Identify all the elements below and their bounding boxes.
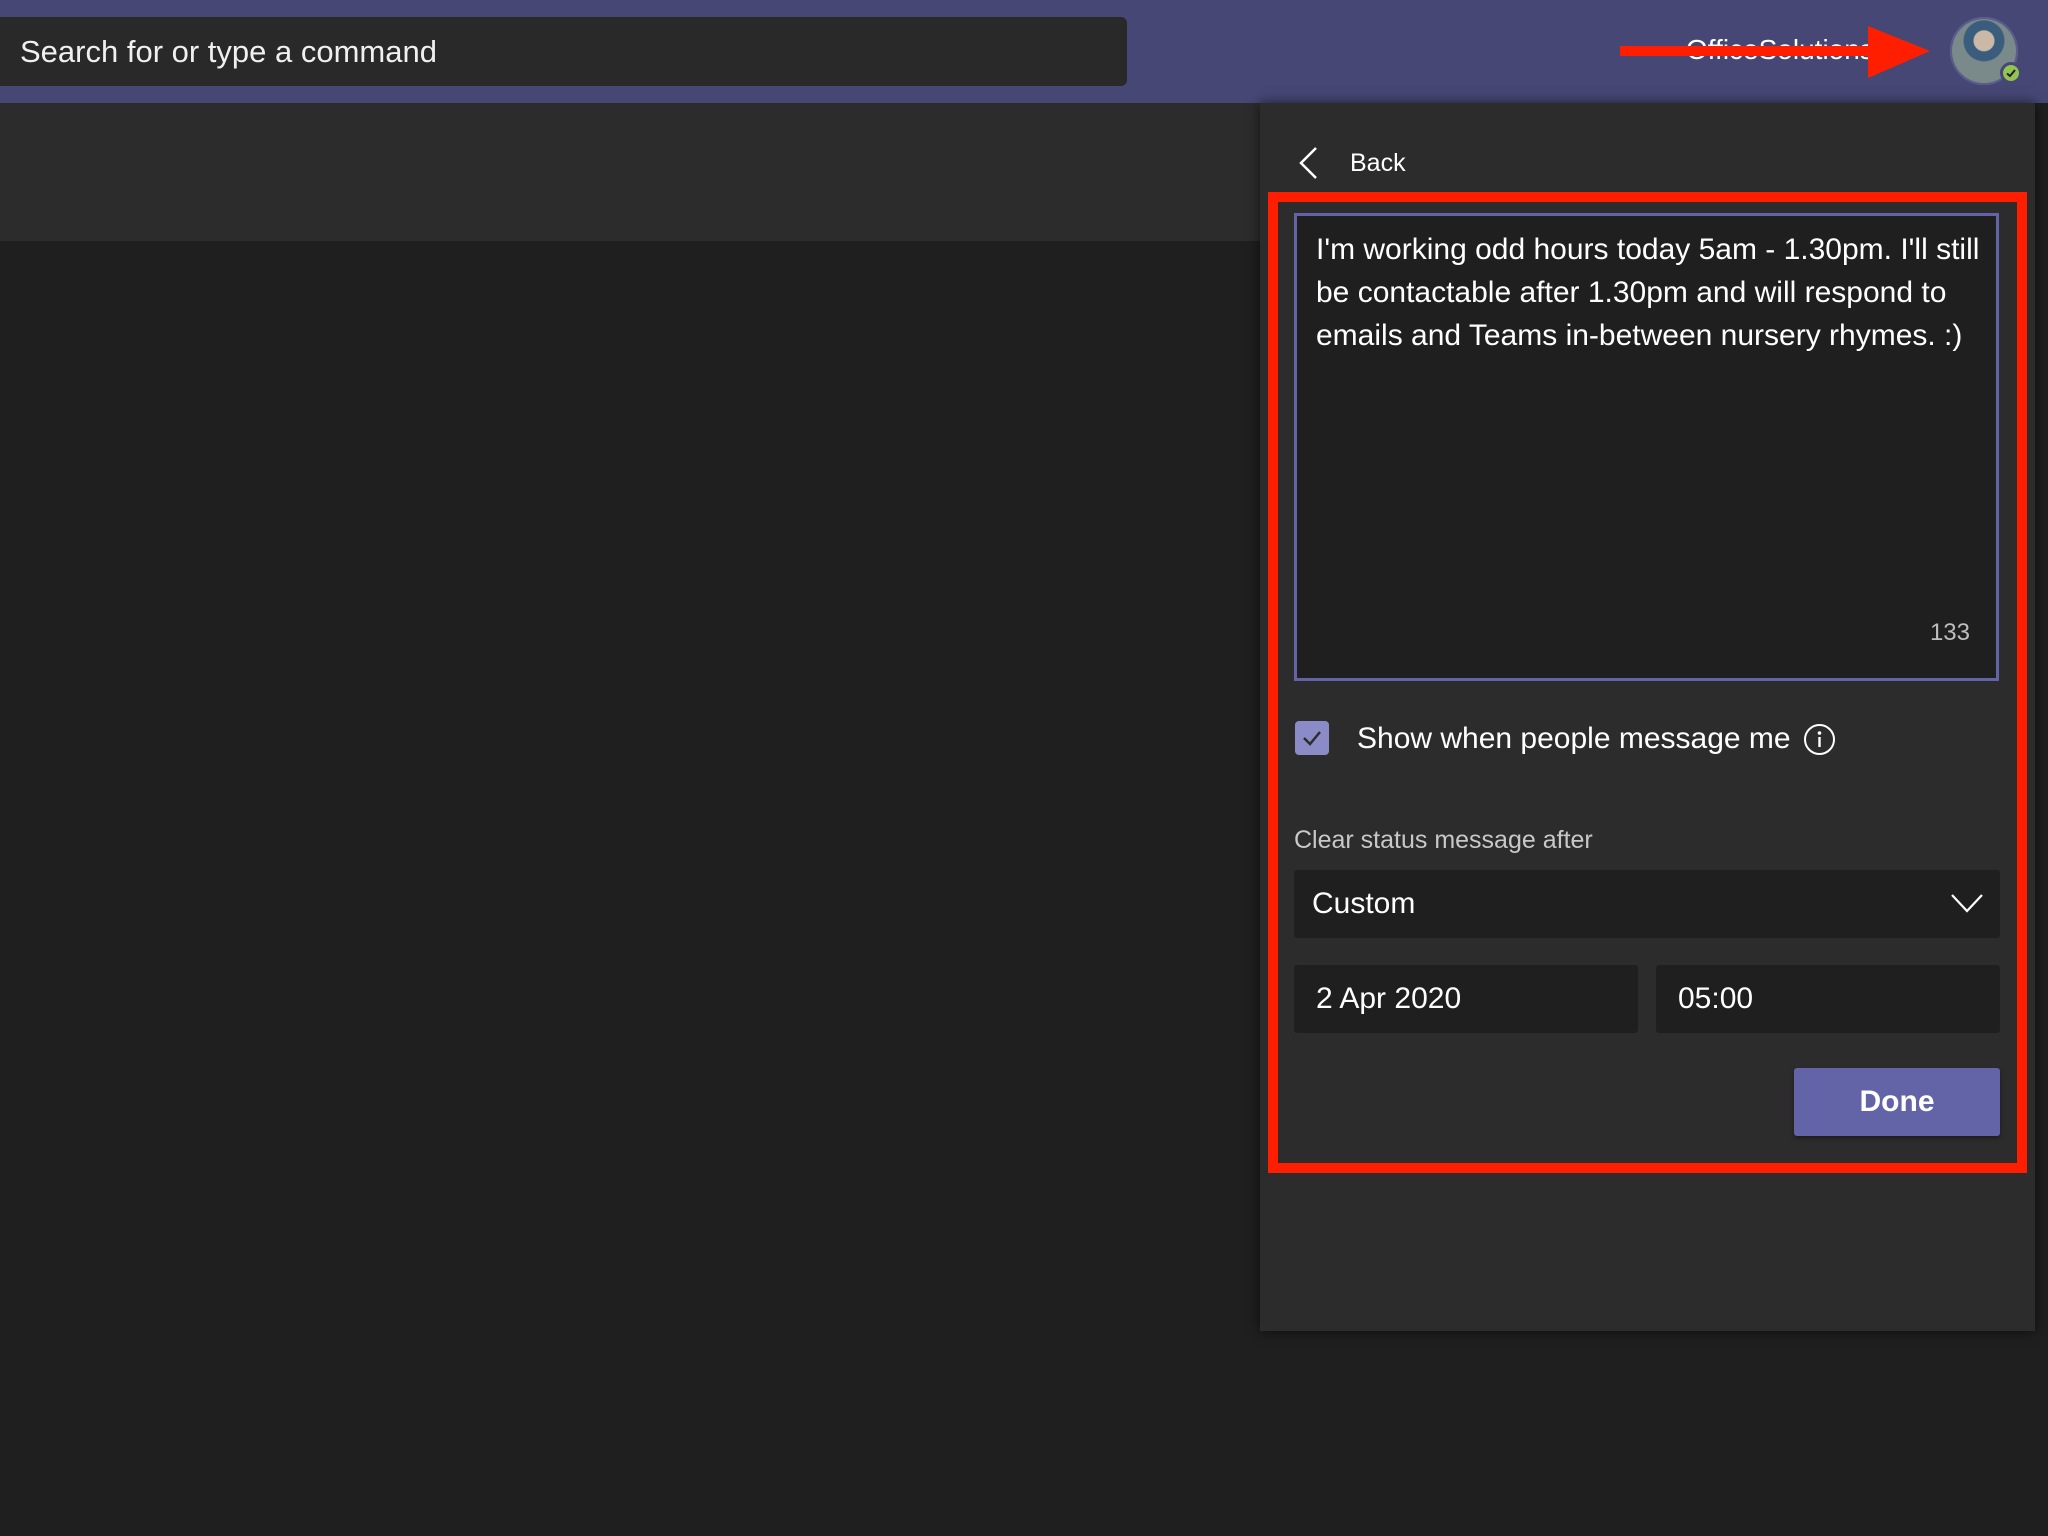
checkmark-icon (1303, 731, 1321, 746)
content-header (0, 103, 1260, 241)
presence-available-icon (2000, 62, 2022, 84)
done-button[interactable]: Done (1794, 1068, 2000, 1136)
show-when-messaged-label[interactable]: Show when people message me (1357, 720, 1791, 758)
search-input[interactable]: Search for or type a command (0, 17, 1127, 86)
info-icon[interactable] (1803, 723, 1836, 756)
clear-time-field[interactable]: 05:00 (1656, 965, 2000, 1033)
back-label: Back (1350, 148, 1406, 177)
clear-after-value: Custom (1312, 887, 1416, 920)
chevron-down-icon (1951, 894, 1983, 913)
annotation-arrow-icon (1620, 26, 1930, 78)
back-button[interactable]: Back (1296, 143, 1406, 183)
clear-after-dropdown[interactable]: Custom (1294, 870, 2000, 938)
character-count: 133 (1929, 619, 1970, 646)
show-when-messaged-checkbox[interactable] (1295, 721, 1329, 755)
chevron-left-icon (1299, 147, 1317, 179)
clear-after-label: Clear status message after (1294, 826, 1593, 854)
status-message-text: I'm working odd hours today 5am - 1.30pm… (1316, 233, 1980, 352)
clear-date-field[interactable]: 2 Apr 2020 (1294, 965, 1638, 1033)
